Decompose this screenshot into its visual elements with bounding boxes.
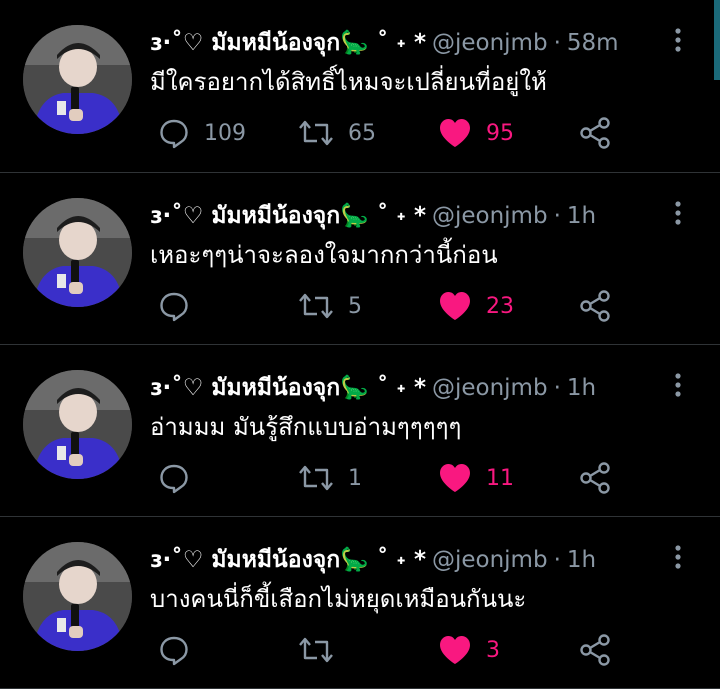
reply-icon bbox=[160, 119, 188, 149]
tweet[interactable]: ɜ·˚♡ มัมหมีน้องจุก🦕 ˚ ˖ * @jeonjmb · 1h … bbox=[0, 173, 720, 345]
tweet-header: ɜ·˚♡ มัมหมีน้องจุก🦕 ˚ ˖ * @jeonjmb · 1h bbox=[150, 545, 596, 575]
retweet-button[interactable] bbox=[298, 629, 348, 671]
separator: · bbox=[553, 375, 561, 401]
tweet-feed: ɜ·˚♡ มัมหมีน้องจุก🦕 ˚ ˖ * @jeonjmb · 58m… bbox=[0, 0, 720, 689]
avatar[interactable] bbox=[23, 370, 132, 479]
tweet-header: ɜ·˚♡ มัมหมีน้องจุก🦕 ˚ ˖ * @jeonjmb · 1h bbox=[150, 373, 596, 403]
retweet-button[interactable]: 65 bbox=[298, 112, 376, 154]
retweet-icon bbox=[299, 465, 333, 491]
display-name[interactable]: ɜ·˚♡ มัมหมีน้องจุก🦕 ˚ ˖ * bbox=[150, 25, 426, 61]
more-vertical-icon[interactable] bbox=[668, 26, 688, 56]
tweet-header: ɜ·˚♡ มัมหมีน้องจุก🦕 ˚ ˖ * @jeonjmb · 1h bbox=[150, 201, 596, 231]
retweet-button[interactable]: 5 bbox=[298, 285, 362, 327]
share-button[interactable] bbox=[578, 112, 612, 154]
tweet-text: บางคนนี่ก็ขี้เสือกไม่หยุดเหมือนกันนะ bbox=[150, 585, 527, 613]
like-button[interactable]: 3 bbox=[438, 629, 500, 671]
more-vertical-icon[interactable] bbox=[668, 543, 688, 573]
like-count: 11 bbox=[486, 465, 514, 491]
timestamp[interactable]: 1h bbox=[567, 375, 596, 401]
tweet[interactable]: ɜ·˚♡ มัมหมีน้องจุก🦕 ˚ ˖ * @jeonjmb · 1h … bbox=[0, 345, 720, 517]
like-button[interactable]: 95 bbox=[438, 112, 514, 154]
reply-icon bbox=[160, 292, 188, 322]
tweet-text: เหอะๆๆน่าจะลองใจมากกว่านี้ก่อน bbox=[150, 241, 498, 269]
display-name[interactable]: ɜ·˚♡ มัมหมีน้องจุก🦕 ˚ ˖ * bbox=[150, 370, 426, 406]
tweet[interactable]: ɜ·˚♡ มัมหมีน้องจุก🦕 ˚ ˖ * @jeonjmb · 58m… bbox=[0, 0, 720, 173]
avatar-photo bbox=[23, 370, 132, 479]
tweet-actions: 5 23 bbox=[150, 285, 630, 327]
tweet-actions: 3 bbox=[150, 629, 630, 671]
reply-button[interactable] bbox=[158, 285, 204, 327]
like-count: 23 bbox=[486, 293, 514, 319]
share-button[interactable] bbox=[578, 629, 612, 671]
retweet-icon bbox=[299, 120, 333, 146]
timestamp[interactable]: 1h bbox=[567, 547, 596, 573]
share-icon bbox=[580, 117, 610, 149]
heart-icon bbox=[440, 464, 470, 492]
reply-button[interactable] bbox=[158, 457, 204, 499]
retweet-icon bbox=[299, 293, 333, 319]
avatar[interactable] bbox=[23, 25, 132, 134]
user-handle[interactable]: @jeonjmb bbox=[432, 375, 548, 401]
user-handle[interactable]: @jeonjmb bbox=[432, 547, 548, 573]
tweet[interactable]: ɜ·˚♡ มัมหมีน้องจุก🦕 ˚ ˖ * @jeonjmb · 1h … bbox=[0, 517, 720, 689]
more-vertical-icon[interactable] bbox=[668, 371, 688, 401]
share-icon bbox=[580, 462, 610, 494]
reply-icon bbox=[160, 636, 188, 666]
separator: · bbox=[553, 547, 561, 573]
tweet-actions: 1 11 bbox=[150, 457, 630, 499]
display-name[interactable]: ɜ·˚♡ มัมหมีน้องจุก🦕 ˚ ˖ * bbox=[150, 198, 426, 234]
share-icon bbox=[580, 634, 610, 666]
tweet-actions: 109 65 95 bbox=[150, 112, 630, 154]
retweet-count: 65 bbox=[348, 120, 376, 146]
user-handle[interactable]: @jeonjmb bbox=[432, 203, 548, 229]
share-button[interactable] bbox=[578, 457, 612, 499]
avatar-photo bbox=[23, 198, 132, 307]
avatar-photo bbox=[23, 542, 132, 651]
user-handle[interactable]: @jeonjmb bbox=[432, 30, 548, 56]
display-name[interactable]: ɜ·˚♡ มัมหมีน้องจุก🦕 ˚ ˖ * bbox=[150, 542, 426, 578]
reply-icon bbox=[160, 464, 188, 494]
reply-button[interactable]: 109 bbox=[158, 112, 246, 154]
retweet-count: 1 bbox=[348, 465, 362, 491]
timestamp[interactable]: 1h bbox=[567, 203, 596, 229]
separator: · bbox=[553, 203, 561, 229]
heart-icon bbox=[440, 292, 470, 320]
timestamp[interactable]: 58m bbox=[567, 30, 619, 56]
avatar[interactable] bbox=[23, 198, 132, 307]
tweet-header: ɜ·˚♡ มัมหมีน้องจุก🦕 ˚ ˖ * @jeonjmb · 58m bbox=[150, 28, 619, 58]
reply-count: 109 bbox=[204, 120, 246, 146]
share-icon bbox=[580, 290, 610, 322]
share-button[interactable] bbox=[578, 285, 612, 327]
like-button[interactable]: 23 bbox=[438, 285, 514, 327]
avatar-photo bbox=[23, 25, 132, 134]
retweet-button[interactable]: 1 bbox=[298, 457, 362, 499]
more-vertical-icon[interactable] bbox=[668, 199, 688, 229]
retweet-count: 5 bbox=[348, 293, 362, 319]
like-button[interactable]: 11 bbox=[438, 457, 514, 499]
like-count: 95 bbox=[486, 120, 514, 146]
tweet-text: มีใครอยากได้สิทธิ์ไหมจะเปลี่ยนที่อยู่ให้ bbox=[150, 68, 547, 96]
avatar[interactable] bbox=[23, 542, 132, 651]
separator: · bbox=[553, 30, 561, 56]
heart-icon bbox=[440, 119, 470, 147]
reply-button[interactable] bbox=[158, 629, 204, 671]
retweet-icon bbox=[299, 637, 333, 663]
like-count: 3 bbox=[486, 637, 500, 663]
heart-icon bbox=[440, 636, 470, 664]
tweet-text: อ่ามมม มันรู้สึกแบบอ่ามๆๆๆๆๆ bbox=[150, 413, 462, 441]
